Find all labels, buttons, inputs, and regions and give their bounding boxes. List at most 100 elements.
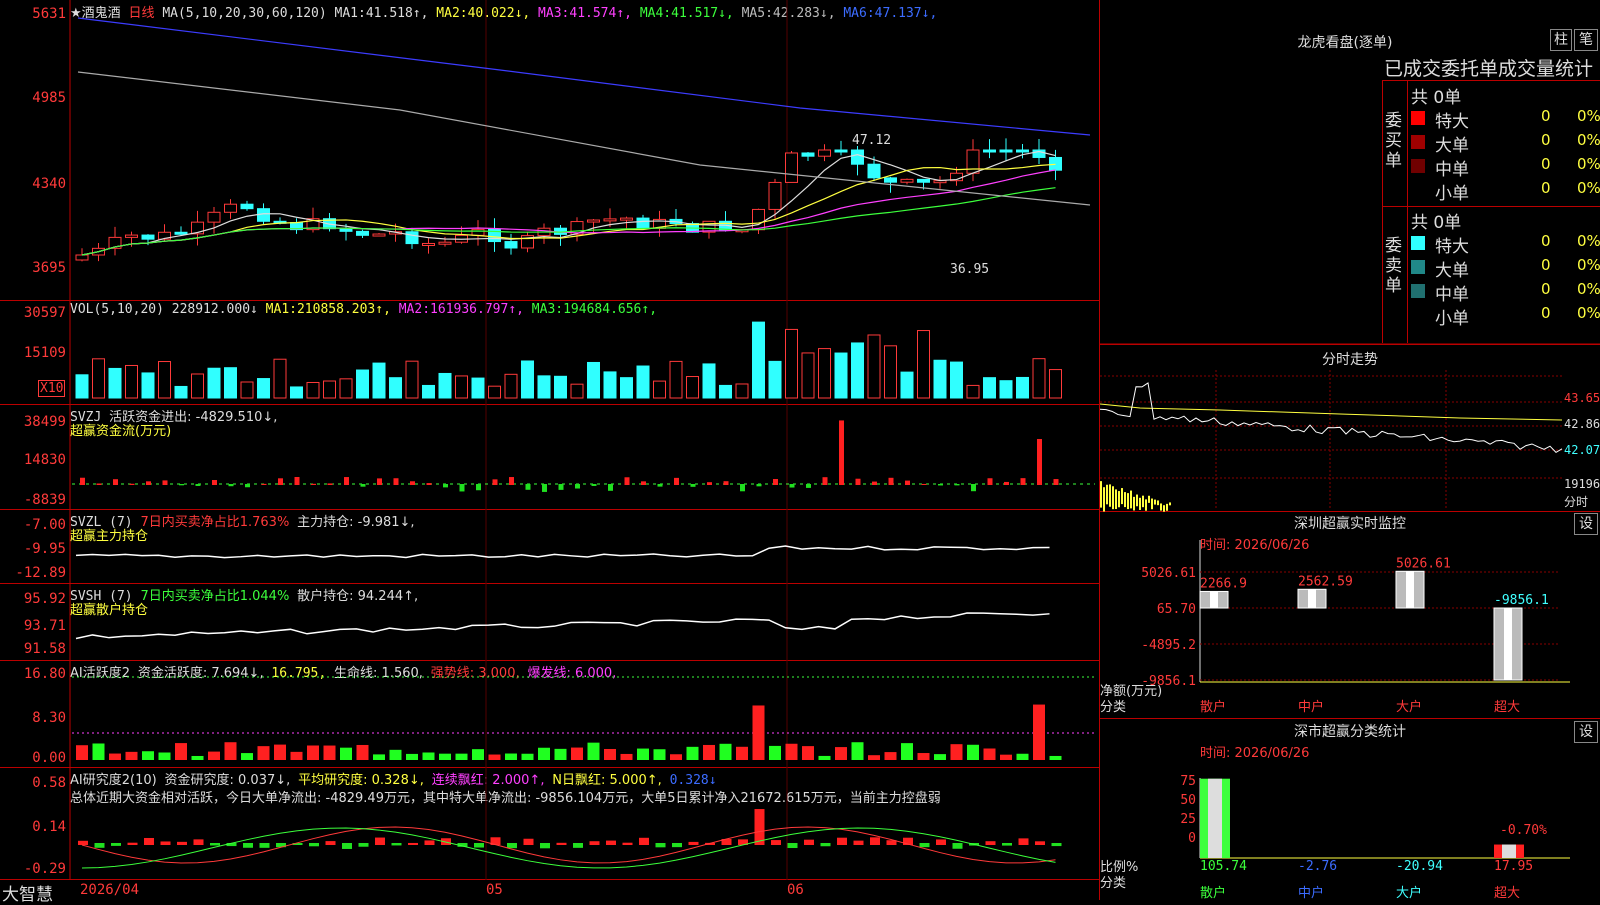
activity-bar <box>818 755 831 760</box>
net-flow-bar-highlight <box>1504 608 1512 681</box>
volume-bar <box>504 373 518 399</box>
flow-bar <box>311 483 316 485</box>
flow-bar <box>228 484 234 487</box>
volume-bar <box>207 367 221 399</box>
volume-bar <box>966 384 980 399</box>
volume-bar <box>108 367 122 399</box>
activity-bar <box>158 752 171 760</box>
research-bar <box>1002 843 1012 846</box>
activity-bar <box>340 747 352 760</box>
volume-bar <box>900 371 914 399</box>
flow-bar <box>525 484 531 490</box>
volume-bar <box>950 361 963 399</box>
activity-bar <box>802 746 814 760</box>
flow-bar <box>410 481 415 485</box>
activity-bar <box>934 754 946 760</box>
activity-bar <box>76 745 88 760</box>
candle <box>966 149 980 174</box>
volume-bar <box>224 367 237 399</box>
minute-vol-bar <box>1106 484 1108 505</box>
right-panel-graphics: 2266.9 2562.59 5026.61 -9856.1 <box>1100 343 1600 859</box>
volume-bar <box>240 381 254 399</box>
volume-bar <box>884 345 897 399</box>
volume-bar <box>1032 358 1046 399</box>
candle <box>125 234 138 238</box>
volume-bar <box>752 321 765 399</box>
research-bar <box>111 843 121 846</box>
volume-bar <box>389 377 402 399</box>
research-bar <box>160 841 171 845</box>
flow-bar <box>707 482 712 485</box>
research-bar <box>1051 843 1062 847</box>
research-bar <box>985 841 996 845</box>
flow-bar <box>459 484 465 492</box>
minute-vol-bar <box>1163 505 1165 512</box>
candle <box>752 208 765 231</box>
volume-bar <box>603 371 617 399</box>
volume-bar <box>554 375 567 399</box>
activity-bar <box>851 742 864 760</box>
volume-bar <box>174 385 188 399</box>
chart-area[interactable]: ★酒鬼酒 日线 MA(5,10,20,30,60,120) MA1:41.518… <box>0 0 1100 905</box>
flow-bar <box>624 477 630 485</box>
volume-bar <box>158 361 171 399</box>
candle <box>818 149 831 157</box>
volume-bar <box>917 330 930 399</box>
minute-vol-bar <box>1154 499 1156 505</box>
bar-value-label: -9856.1 <box>1494 593 1549 608</box>
activity-bar <box>670 754 682 760</box>
volume-bar <box>405 360 419 399</box>
activity-bar <box>653 749 666 760</box>
activity-bar <box>835 747 847 760</box>
research-bar <box>78 840 88 845</box>
flow-bar <box>674 477 679 485</box>
research-bar <box>1035 841 1045 845</box>
flow-bar <box>756 484 762 487</box>
flow-bar <box>278 478 283 485</box>
minute-vol-bar <box>1142 495 1144 508</box>
minute-vol-bar <box>1115 489 1117 510</box>
flow-bar <box>377 478 382 485</box>
activity-bar <box>538 747 550 760</box>
volume-bar <box>570 383 584 399</box>
activity-bar <box>323 745 336 760</box>
candle <box>422 242 435 246</box>
activity-bar <box>241 753 253 760</box>
flow-bar <box>888 477 894 485</box>
volume-bar <box>471 377 485 399</box>
flow-bar <box>690 484 696 487</box>
candle <box>75 254 89 261</box>
research-bar <box>177 841 187 845</box>
flow-bar <box>245 484 250 488</box>
avg-price-line <box>1100 403 1563 421</box>
research-bar <box>804 839 814 845</box>
research-bar <box>639 837 649 845</box>
volume-bar <box>356 369 369 399</box>
volume-bar <box>521 360 534 399</box>
candle <box>1049 156 1062 171</box>
flow-bar <box>558 484 564 490</box>
activity-bar <box>191 755 204 760</box>
flow-bar <box>608 484 613 491</box>
flow-bar <box>905 480 910 485</box>
flow-bar <box>96 483 102 485</box>
candle <box>224 203 237 213</box>
volume-bar <box>1049 369 1062 399</box>
activity-bar <box>488 754 501 760</box>
flow-bar <box>1004 481 1009 485</box>
candle <box>504 241 518 249</box>
activity-bar <box>406 753 418 760</box>
candle <box>257 208 270 222</box>
volume-bar <box>125 364 138 399</box>
research-bar <box>919 843 930 848</box>
activity-bar <box>422 752 435 760</box>
research-line <box>81 827 1056 869</box>
volume-bar <box>719 384 732 399</box>
research-bar <box>754 809 765 845</box>
volume-bar <box>191 373 204 399</box>
flow-bar <box>146 481 151 485</box>
research-bar <box>936 839 946 845</box>
candle <box>785 152 798 183</box>
activity-bar <box>554 748 567 760</box>
flow-bar <box>971 484 976 492</box>
